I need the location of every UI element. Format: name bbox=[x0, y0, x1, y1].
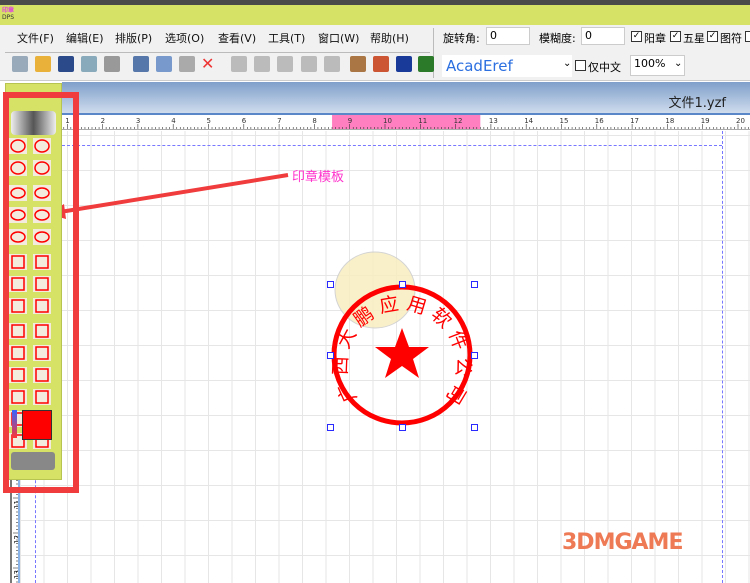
rotate-label: 旋转角: bbox=[443, 32, 480, 45]
document-header bbox=[62, 82, 750, 113]
align2-icon[interactable] bbox=[254, 56, 270, 72]
chinese-only-label: 仅中文 bbox=[588, 61, 621, 74]
resize-handle[interactable] bbox=[327, 424, 334, 431]
resize-handle[interactable] bbox=[399, 281, 406, 288]
resize-handle[interactable] bbox=[471, 352, 478, 359]
menu-item[interactable]: 窗口(W) bbox=[318, 30, 359, 46]
margin-guide bbox=[62, 145, 722, 146]
ruler-tick: 12 bbox=[454, 117, 463, 125]
wuxing-label: 五星 bbox=[683, 32, 705, 45]
save-icon[interactable] bbox=[58, 56, 74, 72]
annotation-label: 印章模板 bbox=[292, 170, 345, 185]
insert-icon[interactable] bbox=[350, 56, 366, 72]
align1-icon[interactable] bbox=[231, 56, 247, 72]
excel-icon[interactable] bbox=[418, 56, 434, 72]
ruler-tick: 10 bbox=[383, 117, 392, 125]
menu-item[interactable]: 排版(P) bbox=[115, 30, 152, 46]
chinese-only-checkbox[interactable] bbox=[575, 60, 586, 71]
ruler-tick: 8 bbox=[312, 117, 316, 125]
menu-item[interactable]: 编辑(E) bbox=[66, 30, 104, 46]
font-select[interactable]: AcadEref bbox=[442, 55, 572, 77]
divider bbox=[5, 52, 430, 53]
ruler-tick: 14 bbox=[524, 117, 533, 125]
ruler-tick: 11 bbox=[418, 117, 427, 125]
ruler-tick: 4 bbox=[171, 117, 176, 125]
resize-handle[interactable] bbox=[327, 352, 334, 359]
cut-icon[interactable] bbox=[133, 56, 149, 72]
ruler-tick: 9 bbox=[348, 117, 352, 125]
yangzhang-checkbox[interactable]: ✓ bbox=[631, 31, 642, 42]
ruler-tick: 3 bbox=[136, 117, 140, 125]
stamp[interactable]: 广西大鹏应用软件公司 bbox=[320, 240, 490, 440]
preview-icon[interactable] bbox=[81, 56, 97, 72]
margin-guide bbox=[722, 131, 723, 583]
blur-label: 模糊度: bbox=[539, 32, 576, 45]
menu-item[interactable]: 文件(F) bbox=[17, 30, 54, 46]
ruler-tick: 20 bbox=[736, 117, 745, 125]
paste-icon[interactable] bbox=[179, 56, 195, 72]
image-icon[interactable] bbox=[373, 56, 389, 72]
horizontal-ruler: 123456789101112131415161718192021 bbox=[62, 113, 750, 130]
yangzhang-label: 阳章 bbox=[644, 32, 666, 45]
ruler-tick: 15 bbox=[560, 117, 569, 125]
document-title: 文件1.yzf bbox=[668, 96, 727, 111]
resize-handle[interactable] bbox=[471, 424, 478, 431]
align5-icon[interactable] bbox=[324, 56, 340, 72]
delete-icon[interactable]: ✕ bbox=[201, 56, 217, 72]
ruler-tick: 7 bbox=[277, 117, 281, 125]
ruler-tick: 12 bbox=[13, 535, 20, 544]
highlight-frame bbox=[3, 92, 79, 493]
chevron-down-icon[interactable]: ⌄ bbox=[674, 58, 682, 69]
open-icon[interactable] bbox=[35, 56, 51, 72]
menu-item[interactable]: 查看(V) bbox=[218, 30, 256, 46]
blur-spinner[interactable]: 0 bbox=[581, 27, 625, 45]
extra-checkbox[interactable] bbox=[745, 31, 750, 42]
new-icon[interactable] bbox=[12, 56, 28, 72]
ruler-tick: 16 bbox=[595, 117, 604, 125]
print-icon[interactable] bbox=[104, 56, 120, 72]
word-icon[interactable] bbox=[396, 56, 412, 72]
ruler-tick: 13 bbox=[489, 117, 498, 125]
align3-icon[interactable] bbox=[277, 56, 293, 72]
wuxing-checkbox[interactable]: ✓ bbox=[670, 31, 681, 42]
menu-item[interactable]: 选项(O) bbox=[165, 30, 204, 46]
menu-item[interactable]: 帮助(H) bbox=[370, 30, 409, 46]
ruler-tick: 18 bbox=[665, 117, 674, 125]
ruler-tick: 19 bbox=[701, 117, 710, 125]
ruler-tick: 17 bbox=[630, 117, 639, 125]
align4-icon[interactable] bbox=[301, 56, 317, 72]
menu-item[interactable]: 工具(T) bbox=[268, 30, 305, 46]
rotate-spinner[interactable]: 0 bbox=[486, 27, 530, 45]
tufu-checkbox[interactable]: ✓ bbox=[707, 31, 718, 42]
watermark-logo: 3DMGAME bbox=[562, 530, 683, 555]
resize-handle[interactable] bbox=[399, 424, 406, 431]
resize-handle[interactable] bbox=[327, 281, 334, 288]
star-icon bbox=[375, 328, 429, 378]
chevron-down-icon[interactable]: ⌄ bbox=[563, 58, 571, 69]
ruler-tick: 2 bbox=[101, 117, 105, 125]
title-bar bbox=[0, 5, 750, 25]
ruler-tick: 6 bbox=[242, 117, 247, 125]
app-logo: 印章 DPS bbox=[2, 7, 15, 21]
ruler-tick: 13 bbox=[13, 570, 20, 579]
resize-handle[interactable] bbox=[471, 281, 478, 288]
copy-icon[interactable] bbox=[156, 56, 172, 72]
tufu-label: 图符 bbox=[720, 32, 742, 45]
ruler-tick: 5 bbox=[207, 117, 211, 125]
ruler-tick: 11 bbox=[13, 500, 20, 509]
